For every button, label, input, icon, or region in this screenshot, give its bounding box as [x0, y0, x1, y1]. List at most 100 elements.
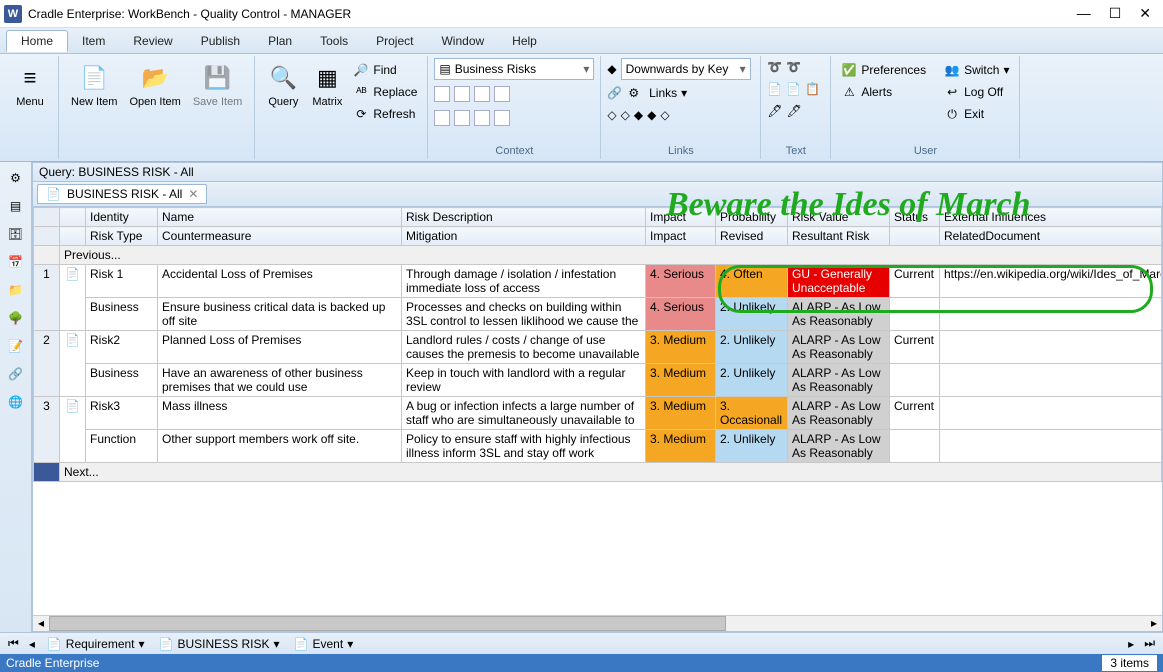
- menu-project[interactable]: Project: [362, 31, 427, 51]
- col-desc[interactable]: Risk Description: [402, 208, 646, 227]
- link-tool-icon[interactable]: ◇: [621, 108, 630, 122]
- open-item-button[interactable]: 📂Open Item: [123, 58, 186, 112]
- exit-button[interactable]: ⏻Exit: [940, 104, 1013, 124]
- layout-icon-8[interactable]: [494, 110, 510, 126]
- nav-prev-icon[interactable]: ◂: [27, 637, 37, 651]
- layout-icon-5[interactable]: [434, 110, 450, 126]
- text-tool-icon[interactable]: 📄: [767, 82, 782, 96]
- col-blank[interactable]: [890, 227, 940, 246]
- nav-next-icon[interactable]: ▸: [1126, 637, 1136, 651]
- close-tab-icon[interactable]: ✕: [188, 187, 198, 201]
- text-tool-icon[interactable]: 🖊: [787, 104, 802, 118]
- minimize-button[interactable]: ―: [1077, 5, 1091, 22]
- table-row[interactable]: 3📄Risk3Mass illnessA bug or infection in…: [34, 397, 1162, 430]
- col-mitigation[interactable]: Mitigation: [402, 227, 646, 246]
- nav-last-icon[interactable]: ⏭: [1142, 636, 1157, 651]
- links-icon[interactable]: 🔗: [6, 364, 26, 384]
- grid-scroll[interactable]: Identity Name Risk Description Impact Pr…: [33, 207, 1162, 615]
- maximize-button[interactable]: ☐: [1109, 5, 1122, 22]
- preferences-button[interactable]: ✅Preferences: [837, 60, 930, 80]
- layout-icon-6[interactable]: [454, 110, 470, 126]
- menu-item[interactable]: Item: [68, 31, 119, 51]
- table-subrow[interactable]: FunctionOther support members work off s…: [34, 430, 1162, 463]
- folder-icon[interactable]: 📁: [6, 280, 26, 300]
- link-icon-2[interactable]: ⚙: [628, 86, 639, 100]
- layout-icon-1[interactable]: [434, 86, 450, 102]
- query-button[interactable]: 🔍Query: [261, 58, 305, 112]
- scroll-thumb[interactable]: [49, 616, 726, 631]
- notes-icon[interactable]: 📝: [6, 336, 26, 356]
- col-risktype[interactable]: Risk Type: [86, 227, 158, 246]
- result-tab[interactable]: 📄 BUSINESS RISK - All ✕: [37, 184, 207, 204]
- logoff-button[interactable]: ↩Log Off: [940, 82, 1013, 102]
- menu-help[interactable]: Help: [498, 31, 551, 51]
- app-icon: W: [4, 5, 22, 23]
- horizontal-scrollbar[interactable]: ◂ ▸: [33, 615, 1162, 631]
- menu-tools[interactable]: Tools: [306, 31, 362, 51]
- crumb-event[interactable]: 📄 Event ▾: [290, 637, 358, 651]
- close-button[interactable]: ✕: [1139, 5, 1151, 22]
- tree-icon[interactable]: 🌳: [6, 308, 26, 328]
- menu-button[interactable]: ≡ Menu: [8, 58, 52, 112]
- next-row[interactable]: Next...: [34, 463, 1162, 482]
- col-name[interactable]: Name: [158, 208, 402, 227]
- matrix-button[interactable]: ▦Matrix: [305, 58, 349, 112]
- layout-icon-4[interactable]: [494, 86, 510, 102]
- menu-review[interactable]: Review: [119, 31, 186, 51]
- refresh-button[interactable]: ⟳Refresh: [349, 104, 421, 124]
- panel-icon[interactable]: ▤: [6, 196, 26, 216]
- text-tool-icon[interactable]: 📋: [805, 82, 820, 96]
- col-riskval[interactable]: Risk Value: [788, 208, 890, 227]
- exit-label: Exit: [964, 107, 984, 121]
- calendar-icon[interactable]: 📅: [6, 252, 26, 272]
- gear-icon[interactable]: ⚙: [6, 168, 26, 188]
- layout-icon-7[interactable]: [474, 110, 490, 126]
- link-icon[interactable]: 🔗: [607, 86, 622, 100]
- find-button[interactable]: 🔎Find: [349, 60, 421, 80]
- new-item-button[interactable]: 📄New Item: [65, 58, 123, 112]
- col-prob[interactable]: Probability: [716, 208, 788, 227]
- text-tool-icon[interactable]: ➰: [767, 60, 782, 74]
- table-row[interactable]: 1📄Risk 1Accidental Loss of PremisesThrou…: [34, 265, 1162, 298]
- link-tool-icon[interactable]: ◇: [660, 108, 669, 122]
- alerts-button[interactable]: ⚠Alerts: [837, 82, 930, 102]
- previous-row[interactable]: Previous...: [34, 246, 1162, 265]
- crumb-businessrisk[interactable]: 📄 BUSINESS RISK ▾: [155, 637, 284, 651]
- table-subrow[interactable]: BusinessHave an awareness of other busin…: [34, 364, 1162, 397]
- col-ext[interactable]: External Influences: [940, 208, 1162, 227]
- scroll-left-icon[interactable]: ◂: [33, 616, 49, 631]
- links-button[interactable]: Links ▾: [645, 84, 691, 102]
- link-tool-icon[interactable]: ◆: [647, 108, 656, 122]
- table-row[interactable]: 2📄Risk2Planned Loss of PremisesLandlord …: [34, 331, 1162, 364]
- col-counter[interactable]: Countermeasure: [158, 227, 402, 246]
- text-tool-icon[interactable]: ➰: [786, 60, 801, 74]
- col-identity[interactable]: Identity: [86, 208, 158, 227]
- text-tool-icon[interactable]: 📄: [786, 82, 801, 96]
- nav-first-icon[interactable]: ⏮: [6, 636, 21, 651]
- table-subrow[interactable]: BusinessEnsure business critical data is…: [34, 298, 1162, 331]
- menu-window[interactable]: Window: [427, 31, 498, 51]
- col-resultant[interactable]: Resultant Risk: [788, 227, 890, 246]
- database-icon[interactable]: 🗄: [6, 224, 26, 244]
- menu-plan[interactable]: Plan: [254, 31, 306, 51]
- col-revised[interactable]: Revised: [716, 227, 788, 246]
- layout-icon-3[interactable]: [474, 86, 490, 102]
- scroll-right-icon[interactable]: ▸: [1146, 616, 1162, 631]
- links-combo[interactable]: Downwards by Key ▾: [621, 58, 751, 80]
- col-related[interactable]: RelatedDocument: [940, 227, 1162, 246]
- link-dir-icon[interactable]: ◆: [607, 62, 616, 76]
- bottom-nav: ⏮ ◂ 📄 Requirement ▾ 📄 BUSINESS RISK ▾ 📄 …: [0, 632, 1163, 654]
- crumb-requirement[interactable]: 📄 Requirement ▾: [43, 637, 149, 651]
- world-icon[interactable]: 🌐: [6, 392, 26, 412]
- context-combo[interactable]: ▤ Business Risks ▾: [434, 58, 594, 80]
- col-impact2[interactable]: Impact: [646, 227, 716, 246]
- link-tool-icon[interactable]: ◇: [607, 108, 616, 122]
- layout-icon-2[interactable]: [454, 86, 470, 102]
- replace-button[interactable]: ᴬᴮReplace: [349, 82, 421, 102]
- text-tool-icon[interactable]: 🖊: [767, 104, 782, 118]
- link-tool-icon[interactable]: ◆: [634, 108, 643, 122]
- col-status[interactable]: Status: [890, 208, 940, 227]
- menu-publish[interactable]: Publish: [187, 31, 254, 51]
- menu-home[interactable]: Home: [6, 30, 68, 52]
- col-impact[interactable]: Impact: [646, 208, 716, 227]
